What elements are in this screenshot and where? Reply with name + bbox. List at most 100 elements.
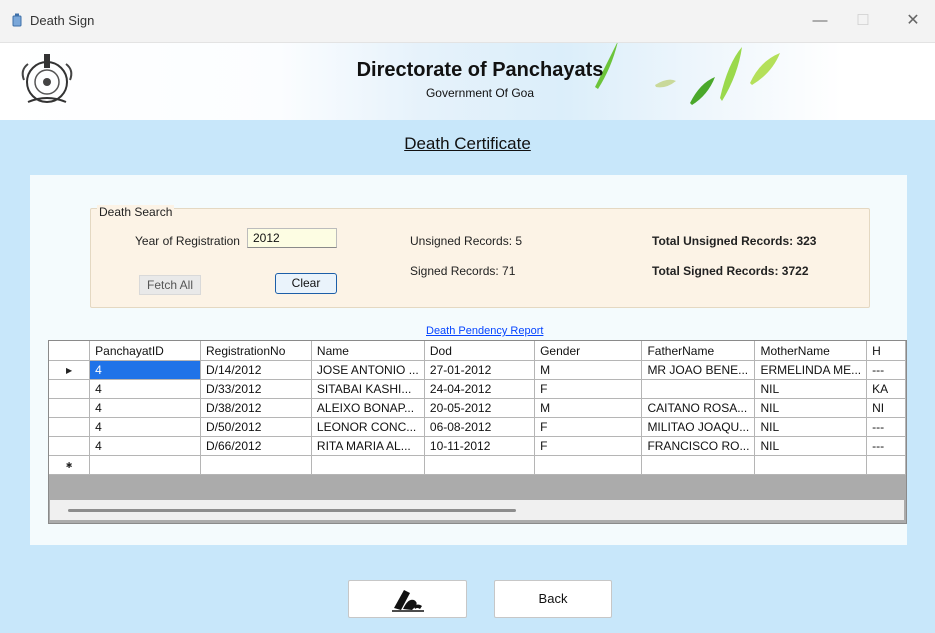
table-cell[interactable]: D/38/2012 [200,398,312,418]
table-cell[interactable]: CAITANO ROSA... [641,398,756,418]
table-cell[interactable]: NIL [754,436,868,456]
table-cell[interactable]: 20-05-2012 [424,398,536,418]
year-input[interactable] [247,228,337,248]
new-row-asterisk-icon: ✱ [49,455,91,475]
table-cell[interactable] [641,379,756,399]
table-cell[interactable]: 4 [89,379,201,399]
signed-records-count: Signed Records: 71 [410,264,516,278]
table-cell[interactable]: KA [866,379,906,399]
group-legend: Death Search [97,205,175,219]
table-cell[interactable] [311,455,425,475]
window-title: Death Sign [30,13,95,28]
table-cell[interactable]: NIL [754,398,868,418]
table-cell[interactable]: D/33/2012 [200,379,312,399]
records-grid: PanchayatID RegistrationNo Name Dod Gend… [48,340,907,524]
table-cell[interactable]: NIL [754,379,868,399]
app-icon [12,13,22,27]
table-cell[interactable]: LEONOR CONC... [311,417,425,437]
column-header[interactable]: RegistrationNo [200,341,312,361]
total-unsigned-records: Total Unsigned Records: 323 [652,234,817,248]
table-cell[interactable] [754,455,868,475]
table-row[interactable]: 4 D/66/2012 RITA MARIA AL... 10-11-2012 … [49,436,906,456]
sign-button[interactable] [348,580,467,618]
table-cell[interactable]: F [534,417,643,437]
table-row[interactable]: 4 D/50/2012 LEONOR CONC... 06-08-2012 F … [49,417,906,437]
table-row[interactable]: 4 D/33/2012 SITABAI KASHI... 24-04-2012 … [49,379,906,399]
table-row[interactable]: ▶ 4 D/14/2012 JOSE ANTONIO ... 27-01-201… [49,360,906,380]
table-cell[interactable]: MILITAO JOAQU... [641,417,756,437]
row-header[interactable] [49,417,91,437]
column-header[interactable]: Dod [424,341,536,361]
table-cell[interactable]: 06-08-2012 [424,417,536,437]
goa-emblem-icon [21,54,73,103]
table-cell[interactable]: 4 [89,417,201,437]
death-search-group: Death Search Year of Registration Fetch … [90,205,870,308]
table-cell[interactable]: JOSE ANTONIO ... [311,360,425,380]
page-title: Death Certificate [404,134,531,153]
table-cell[interactable]: F [534,379,643,399]
table-cell[interactable]: SITABAI KASHI... [311,379,425,399]
table-cell[interactable] [641,455,756,475]
table-cell[interactable] [424,455,536,475]
column-header[interactable]: Name [311,341,425,361]
table-cell[interactable]: 10-11-2012 [424,436,536,456]
column-header[interactable]: Gender [534,341,643,361]
table-cell[interactable] [534,455,643,475]
table-cell[interactable]: 24-04-2012 [424,379,536,399]
organization-title: Directorate of Panchayats [356,59,604,81]
table-cell[interactable] [200,455,312,475]
table-cell[interactable]: D/14/2012 [200,360,312,380]
table-cell[interactable]: M [534,360,643,380]
table-cell[interactable] [89,455,201,475]
organization-subtitle: Government Of Goa [425,86,535,100]
table-cell[interactable]: NI [866,398,906,418]
clear-button[interactable]: Clear [275,273,337,294]
content-panel: Death Search Year of Registration Fetch … [30,175,907,545]
table-cell[interactable]: 4 [89,398,201,418]
column-header[interactable]: FatherName [641,341,756,361]
table-header-row: PanchayatID RegistrationNo Name Dod Gend… [49,341,906,361]
table-row[interactable]: 4 D/38/2012 ALEIXO BONAP... 20-05-2012 M… [49,398,906,418]
table-cell[interactable]: 4 [89,360,201,380]
table-cell[interactable]: D/66/2012 [200,436,312,456]
table-cell[interactable]: NIL [754,417,868,437]
maximize-button[interactable]: ☐ [843,9,883,33]
year-label: Year of Registration [135,234,240,248]
column-header[interactable]: MotherName [754,341,868,361]
table-cell[interactable]: ERMELINDA ME... [754,360,868,380]
table-cell[interactable]: F [534,436,643,456]
table-cell[interactable]: 4 [89,436,201,456]
table-cell[interactable]: RITA MARIA AL... [311,436,425,456]
close-button[interactable]: ✕ [893,9,933,33]
row-header-corner [49,341,91,361]
death-pendency-report-link[interactable]: Death Pendency Report [426,325,543,337]
table-cell[interactable]: --- [866,436,906,456]
table-cell[interactable]: ALEIXO BONAP... [311,398,425,418]
unsigned-records-count: Unsigned Records: 5 [410,234,523,248]
table-cell[interactable]: D/50/2012 [200,417,312,437]
back-button[interactable]: Back [494,580,612,618]
records-table: PanchayatID RegistrationNo Name Dod Gend… [49,341,906,475]
scrollbar-thumb[interactable] [68,509,516,512]
row-header[interactable] [49,436,91,456]
header-banner: Directorate of Panchayats Government Of … [0,43,935,120]
fetch-all-button[interactable]: Fetch All [139,275,201,295]
column-header[interactable]: PanchayatID [89,341,201,361]
table-cell[interactable]: MR JOAO BENE... [641,360,756,380]
table-cell[interactable]: 27-01-2012 [424,360,536,380]
row-header[interactable] [49,398,91,418]
column-header[interactable]: H [866,341,906,361]
table-cell[interactable]: --- [866,360,906,380]
signature-hand-icon [391,590,424,612]
table-cell[interactable]: M [534,398,643,418]
row-header[interactable] [49,379,91,399]
minimize-button[interactable]: — [800,9,840,33]
title-bar: Death Sign — ☐ ✕ [0,0,935,43]
new-row[interactable]: ✱ [49,455,906,475]
table-cell[interactable] [866,455,906,475]
table-cell[interactable]: FRANCISCO RO... [641,436,756,456]
total-signed-records: Total Signed Records: 3722 [652,264,809,278]
main-area: Death Certificate Death Search Year of R… [0,120,935,633]
table-cell[interactable]: --- [866,417,906,437]
horizontal-scrollbar[interactable] [50,500,904,520]
